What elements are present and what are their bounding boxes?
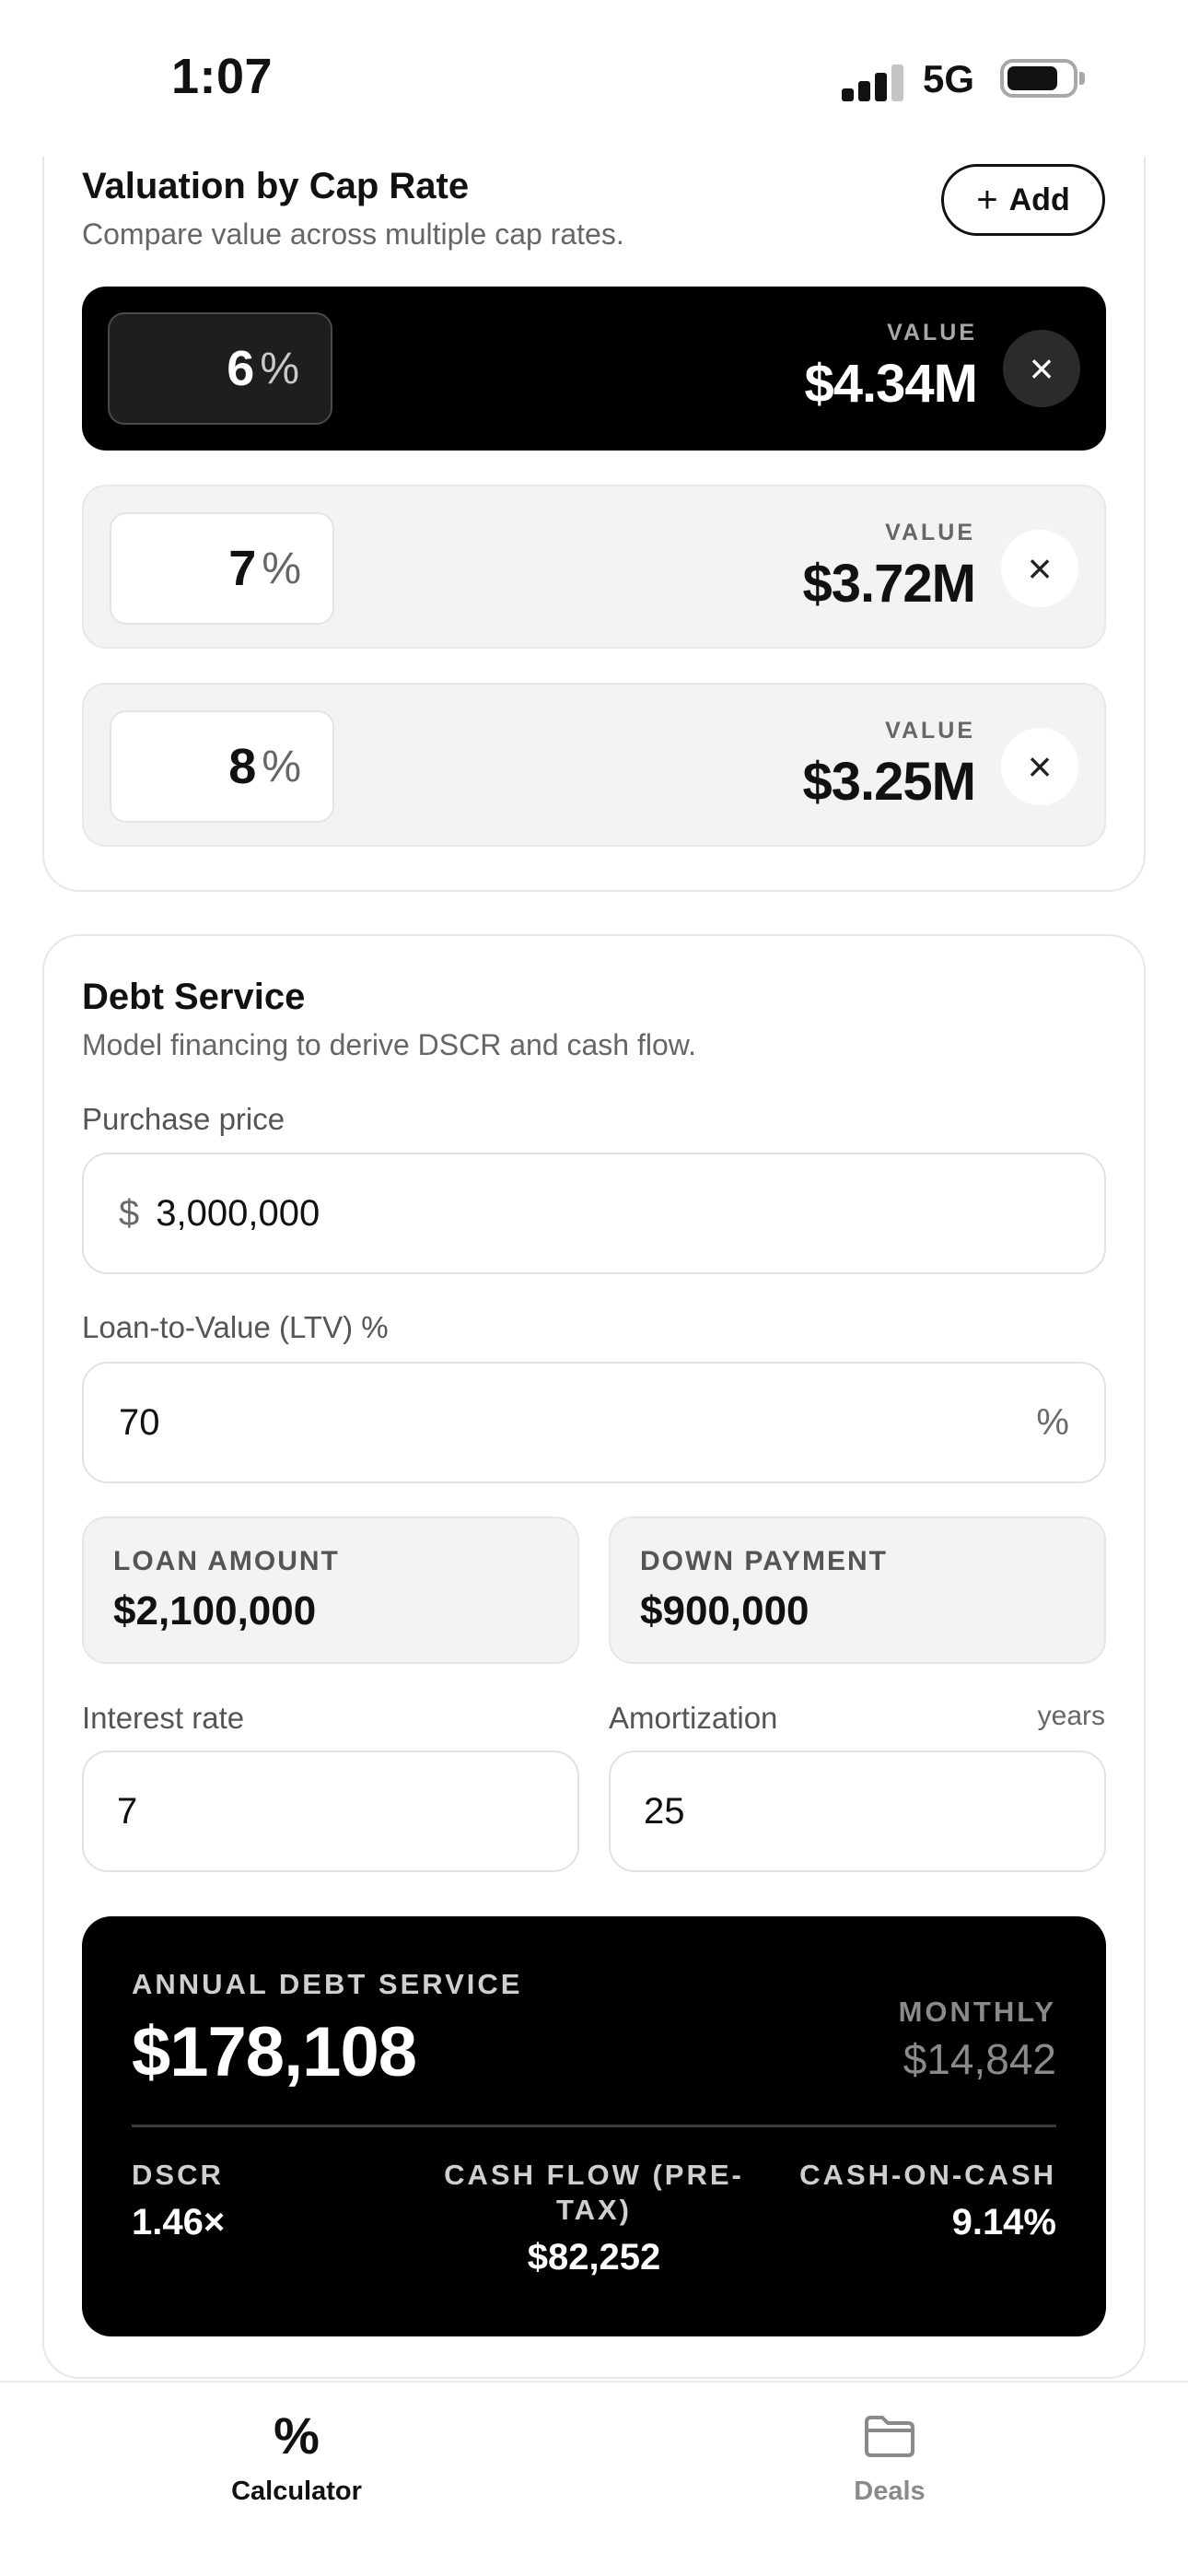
interest-rate-value: 7 (117, 1790, 138, 1832)
ltv-label: Loan-to-Value (LTV) % (82, 1310, 389, 1344)
cap-rate-row[interactable]: 6 % VALUE $4.34M × (82, 287, 1106, 451)
cap-rate-subtitle: Compare value across multiple cap rates. (82, 217, 624, 251)
amortization-label: Amortization (609, 1701, 778, 1735)
purchase-price-value: 3,000,000 (156, 1192, 320, 1234)
cap-rate-value: 7 (228, 541, 257, 596)
purchase-price-input[interactable]: $ 3,000,000 (82, 1153, 1106, 1274)
interest-rate-label: Interest rate (82, 1701, 245, 1735)
debt-service-subtitle: Model financing to derive DSCR and cash … (82, 1028, 697, 1061)
divider (132, 2125, 1056, 2127)
dscr-metric: DSCR 1.46× (132, 2158, 225, 2243)
cap-rate-title: Valuation by Cap Rate (82, 166, 470, 206)
tab-bar: % Calculator Deals (0, 2381, 1188, 2576)
percent-sign: % (262, 544, 301, 593)
interest-rate-input[interactable]: 7 (82, 1751, 579, 1872)
close-icon: × (1027, 743, 1053, 790)
dscr-label: DSCR (132, 2159, 224, 2191)
dscr-value: 1.46× (132, 2202, 226, 2242)
cap-rate-row[interactable]: 8 % VALUE $3.25M × (82, 683, 1106, 847)
status-bar: 1:07 5G (0, 0, 1188, 157)
tab-deals-label: Deals (854, 2476, 926, 2506)
loan-amount-value: $2,100,000 (113, 1588, 317, 1633)
amortization-value: 25 (644, 1790, 685, 1832)
remove-cap-rate-button[interactable]: × (1001, 530, 1078, 607)
percent-icon: % (274, 2406, 320, 2465)
dollar-prefix: $ (119, 1192, 140, 1234)
cap-rate-value: 8 (228, 739, 257, 794)
down-payment-value: $900,000 (640, 1588, 809, 1633)
value-label: VALUE (885, 718, 975, 744)
status-time: 1:07 (171, 49, 274, 104)
down-payment-label: DOWN PAYMENT (640, 1546, 889, 1576)
amortization-unit: years (1037, 1701, 1105, 1731)
value-amount: $3.72M (802, 554, 976, 614)
cap-rate-row[interactable]: 7 % VALUE $3.72M × (82, 485, 1106, 649)
amortization-input[interactable]: 25 (609, 1751, 1106, 1872)
monthly-label: MONTHLY (898, 1996, 1056, 2028)
value-amount: $4.34M (804, 354, 978, 414)
close-icon: × (1029, 345, 1054, 392)
down-payment-box: DOWN PAYMENT $900,000 (609, 1516, 1106, 1664)
percent-sign: % (260, 344, 299, 393)
purchase-price-label: Purchase price (82, 1102, 285, 1136)
remove-cap-rate-button[interactable]: × (1001, 728, 1078, 805)
value-label: VALUE (887, 320, 977, 345)
cap-rate-input[interactable]: 7 % (110, 512, 334, 625)
battery-icon (1000, 59, 1085, 98)
plus-icon: + (976, 180, 998, 220)
percent-suffix: % (1036, 1401, 1069, 1443)
signal-icon (842, 63, 904, 101)
debt-service-title: Debt Service (82, 977, 306, 1017)
value-label: VALUE (885, 520, 975, 545)
ltv-input[interactable]: 70 % (82, 1362, 1106, 1483)
percent-sign: % (262, 742, 301, 791)
remove-cap-rate-button[interactable]: × (1003, 330, 1080, 407)
tab-deals[interactable]: Deals (751, 2408, 1028, 2507)
cap-rate-value: 6 (227, 341, 255, 396)
cap-rate-input[interactable]: 8 % (110, 710, 334, 823)
ltv-value: 70 (119, 1401, 160, 1443)
cash-flow-label: CASH FLOW (PRE-TAX) (444, 2159, 744, 2226)
close-icon: × (1027, 544, 1053, 592)
debt-summary-panel: ANNUAL DEBT SERVICE $178,108 MONTHLY $14… (82, 1916, 1106, 2336)
cap-rate-input[interactable]: 6 % (108, 312, 332, 425)
network-type: 5G (923, 57, 975, 100)
loan-amount-label: LOAN AMOUNT (113, 1546, 340, 1576)
tab-calculator-label: Calculator (231, 2476, 362, 2506)
cash-on-cash-label: CASH-ON-CASH (799, 2159, 1056, 2191)
monthly-value: $14,842 (903, 2035, 1056, 2083)
cash-flow-metric: CASH FLOW (PRE-TAX) $82,252 (423, 2158, 765, 2278)
cash-on-cash-metric: CASH-ON-CASH 9.14% (799, 2158, 1056, 2243)
loan-amount-box: LOAN AMOUNT $2,100,000 (82, 1516, 579, 1664)
tab-calculator[interactable]: % Calculator (158, 2408, 435, 2507)
value-amount: $3.25M (802, 752, 976, 812)
cash-on-cash-value: 9.14% (951, 2202, 1056, 2242)
folder-icon (863, 2408, 916, 2464)
cash-flow-value: $82,252 (527, 2237, 661, 2277)
add-button-label: Add (1008, 181, 1070, 217)
add-cap-rate-button[interactable]: + Add (941, 164, 1105, 236)
annual-debt-service-label: ANNUAL DEBT SERVICE (132, 1968, 523, 2000)
annual-debt-service-value: $178,108 (132, 2013, 417, 2091)
